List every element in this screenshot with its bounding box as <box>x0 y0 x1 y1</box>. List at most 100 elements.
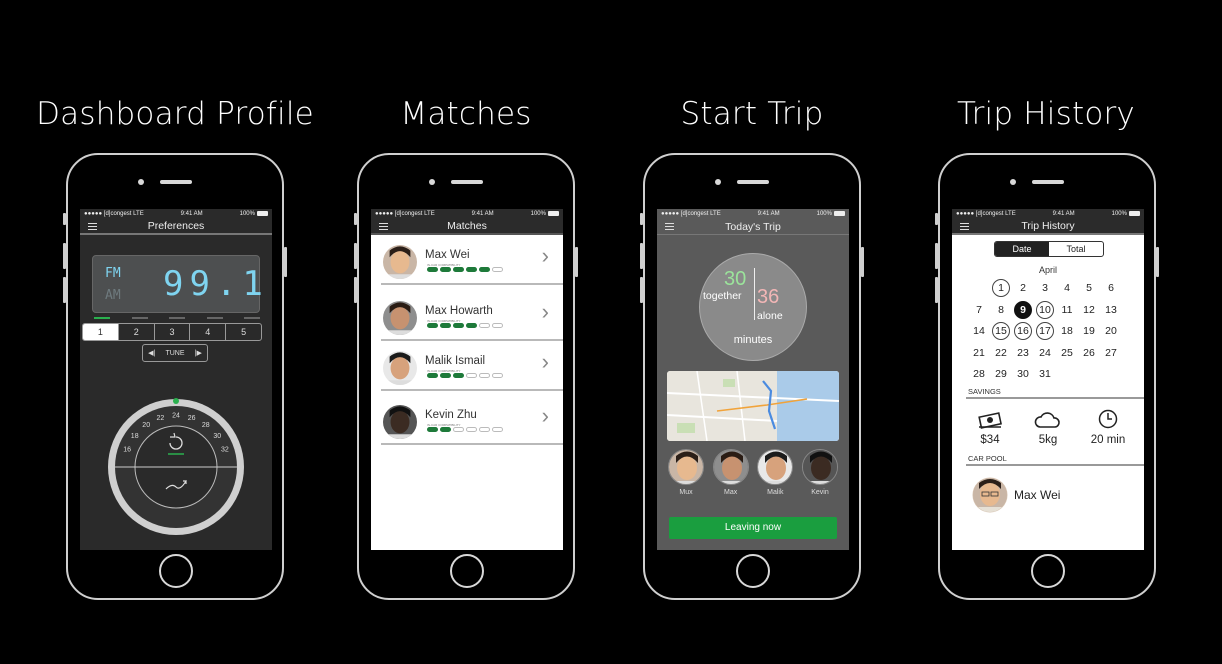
preset-button[interactable]: 2 <box>117 324 154 340</box>
preset-button[interactable]: 1 <box>83 324 118 340</box>
am-label[interactable]: AM <box>105 288 121 303</box>
tab-total[interactable]: Total <box>1049 242 1103 256</box>
rider[interactable]: Kevin <box>801 449 839 496</box>
calendar-day[interactable]: 22 <box>990 344 1012 366</box>
calendar-day[interactable]: 11 <box>1056 301 1078 323</box>
calendar-day[interactable]: 30 <box>1012 365 1034 387</box>
tab-date[interactable]: Date <box>995 242 1049 256</box>
rider-list: Mux Max Malik Kevin <box>667 449 839 496</box>
calendar-day[interactable]: 29 <box>990 365 1012 387</box>
calendar-day[interactable]: 10 <box>1034 300 1056 323</box>
rider-name: Kevin <box>811 489 829 496</box>
compatibility-pip <box>427 323 438 328</box>
home-button[interactable] <box>450 554 484 588</box>
home-button[interactable] <box>159 554 193 588</box>
calendar-day[interactable]: 15 <box>990 322 1012 344</box>
calendar-day[interactable]: 7 <box>968 301 990 323</box>
menu-icon[interactable] <box>665 223 674 232</box>
carpool-item[interactable]: Max Wei <box>972 477 1132 513</box>
menu-icon[interactable] <box>379 223 388 232</box>
calendar-day[interactable]: 19 <box>1078 322 1100 344</box>
status-bar: ●●●●● [d]congest LTE 9:41 AM 100% <box>657 209 849 219</box>
avatar <box>802 450 837 484</box>
compatibility-pip <box>453 267 464 272</box>
calendar-day[interactable]: 25 <box>1056 344 1078 366</box>
calendar-day[interactable]: 14 <box>968 322 990 344</box>
compatibility-pip <box>492 323 503 328</box>
fm-label[interactable]: FM <box>105 266 121 281</box>
temperature-dial[interactable]: 161820 22 24 26 283032 <box>106 397 246 537</box>
dial-label: 24 <box>172 413 180 420</box>
carrier: ●●●●● [d]congest LTE <box>84 211 144 217</box>
match-name: Kevin Zhu <box>425 409 477 421</box>
nav-bar: Today's Trip <box>657 219 849 235</box>
speaker <box>451 180 483 184</box>
calendar-day[interactable]: 27 <box>1100 344 1122 366</box>
matches-screen: ●●●●● [d]congest LTE 9:41 AM 100% Matche… <box>371 209 563 550</box>
rider[interactable]: Max <box>712 449 750 496</box>
skip-forward-icon[interactable]: |▶ <box>195 349 202 357</box>
rider[interactable]: Malik <box>756 449 794 496</box>
route-map[interactable] <box>667 371 839 441</box>
calendar-day[interactable]: 9 <box>1012 300 1034 323</box>
compatibility-pip <box>492 373 503 378</box>
dial-label: 26 <box>188 415 196 422</box>
match-name: Max Wei <box>425 249 470 261</box>
match-row[interactable]: Max Howarth IN-CAR COMPATIBILITY › <box>381 293 563 341</box>
compatibility-pip <box>453 373 464 378</box>
compatibility-pip <box>479 267 490 272</box>
rider[interactable]: Mux <box>667 449 705 496</box>
calendar-day[interactable]: 2 <box>1012 279 1034 301</box>
power-button <box>575 247 578 277</box>
calendar-day[interactable]: 18 <box>1056 322 1078 344</box>
match-row[interactable]: Malik Ismail IN-CAR COMPATIBILITY › <box>381 343 563 391</box>
home-button[interactable] <box>736 554 770 588</box>
nav-bar: Preferences <box>80 219 272 235</box>
calendar-day[interactable]: 12 <box>1078 301 1100 323</box>
speaker <box>160 180 192 184</box>
calendar-day[interactable]: 8 <box>990 301 1012 323</box>
carpool-label: CAR POOL <box>968 454 1007 463</box>
calendar-day[interactable]: 13 <box>1100 301 1122 323</box>
savings-time: 20 min <box>1078 409 1138 446</box>
calendar-day[interactable]: 5 <box>1078 279 1100 301</box>
battery-indicator: 100% <box>1112 210 1140 217</box>
calendar-day[interactable]: 23 <box>1012 344 1034 366</box>
preset-button[interactable]: 3 <box>153 324 190 340</box>
dial-label: 32 <box>221 447 229 454</box>
calendar-day[interactable]: 1 <box>990 279 1012 301</box>
avatar <box>972 477 1008 513</box>
dial-label: 28 <box>202 422 210 429</box>
home-button[interactable] <box>1031 554 1065 588</box>
calendar-day[interactable]: 16 <box>1012 322 1034 344</box>
title-matches: Matches <box>400 96 532 132</box>
calendar-day[interactable]: 3 <box>1034 279 1056 301</box>
calendar-day[interactable]: 28 <box>968 365 990 387</box>
preset-button[interactable]: 4 <box>189 324 225 340</box>
calendar-day[interactable]: 20 <box>1100 322 1122 344</box>
menu-icon[interactable] <box>960 223 969 232</box>
compatibility-meter <box>427 427 505 432</box>
calendar-day[interactable]: 4 <box>1056 279 1078 301</box>
skip-back-icon[interactable]: ◀​| <box>148 349 155 357</box>
compatibility-pip <box>466 323 477 328</box>
compatibility-pip <box>440 267 451 272</box>
match-row[interactable]: Kevin Zhu IN-CAR COMPATIBILITY › <box>381 397 563 445</box>
calendar-day[interactable]: 6 <box>1100 279 1122 301</box>
menu-icon[interactable] <box>88 223 97 232</box>
match-row[interactable]: Max Wei IN-CAR COMPATIBILITY › <box>381 237 563 285</box>
preset-button[interactable]: 5 <box>225 324 261 340</box>
together-label: together <box>703 290 742 302</box>
calendar-day[interactable]: 21 <box>968 344 990 366</box>
time-summary: 30 together 36 alone minutes <box>699 253 807 361</box>
savings-money: $34 <box>960 409 1020 446</box>
calendar-day[interactable]: 31 <box>1034 365 1056 387</box>
compatibility-pip <box>492 267 503 272</box>
calendar-day[interactable]: 17 <box>1034 322 1056 344</box>
nav-bar: Matches <box>371 219 563 235</box>
dashboard-screen: ●●●●● [d]congest LTE 9:41 AM 100% Prefer… <box>80 209 272 550</box>
leaving-now-button[interactable]: Leaving now <box>669 517 837 539</box>
rider-name: Mux <box>679 489 693 496</box>
calendar-day[interactable]: 26 <box>1078 344 1100 366</box>
calendar-day[interactable]: 24 <box>1034 344 1056 366</box>
